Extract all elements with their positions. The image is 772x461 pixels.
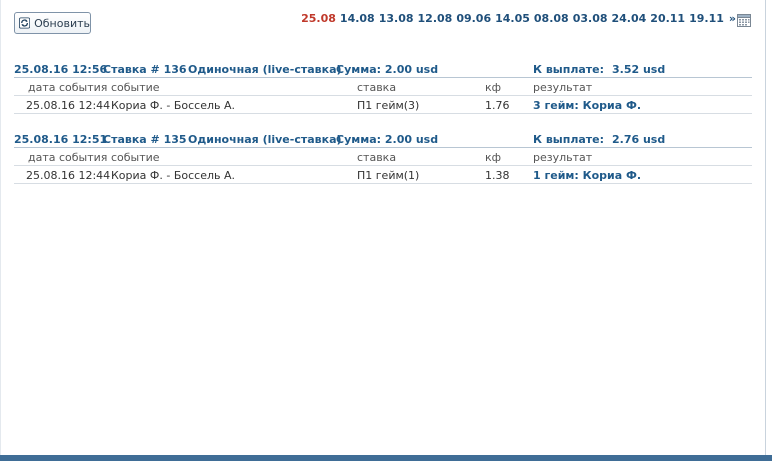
col-coef: кф: [485, 81, 502, 94]
event-date: 25.08.16 12:44: [26, 169, 111, 182]
bet-datetime: 25.08.16 12:56: [14, 63, 108, 76]
bet-block: 25.08.16 12:51 Ставка # 135 Одиночная (l…: [14, 133, 752, 184]
col-bet: ставка: [357, 151, 397, 164]
more-dates-link[interactable]: »: [729, 12, 736, 25]
date-link[interactable]: 12.08: [418, 12, 453, 25]
bet-selection: П1 гейм(1): [357, 169, 420, 182]
bet-result: 1 гейм: Кориа Ф.: [533, 169, 642, 182]
payout-label: К выплате:: [533, 63, 605, 76]
col-coef: кф: [485, 151, 502, 164]
calendar-icon[interactable]: [737, 13, 751, 27]
date-link[interactable]: 09.06: [456, 12, 491, 25]
bet-amount: Сумма: 2.00 usd: [336, 63, 439, 76]
col-date: дата события: [28, 81, 108, 94]
date-link[interactable]: 14.08: [340, 12, 375, 25]
payout-value: 3.52 usd: [612, 63, 666, 76]
date-filter-links: 25.08 14.08 13.08 12.08 09.06 14.05 08.0…: [301, 12, 736, 25]
col-event: событие: [111, 151, 160, 164]
table-header: дата события событие ставка кф результат: [14, 78, 752, 96]
col-date: дата события: [28, 151, 108, 164]
table-header: дата события событие ставка кф результат: [14, 148, 752, 166]
bet-datetime: 25.08.16 12:51: [14, 133, 108, 146]
event-name: Кориа Ф. - Боссель А.: [111, 99, 236, 112]
col-event: событие: [111, 81, 160, 94]
payout-value: 2.76 usd: [612, 133, 666, 146]
date-link[interactable]: 19.11: [689, 12, 724, 25]
date-link[interactable]: 13.08: [379, 12, 414, 25]
date-link[interactable]: 25.08: [301, 12, 336, 25]
date-link[interactable]: 24.04: [612, 12, 647, 25]
event-date: 25.08.16 12:44: [26, 99, 111, 112]
bet-type: Одиночная (live-ставка): [188, 133, 342, 146]
refresh-button[interactable]: Обновить: [14, 12, 91, 34]
bet-header: 25.08.16 12:56 Ставка # 136 Одиночная (l…: [14, 63, 752, 78]
bet-number: Ставка # 135: [103, 133, 187, 146]
refresh-label: Обновить: [34, 16, 90, 30]
bet-coef: 1.38: [485, 169, 510, 182]
bet-header: 25.08.16 12:51 Ставка # 135 Одиночная (l…: [14, 133, 752, 148]
col-bet: ставка: [357, 81, 397, 94]
date-link[interactable]: 08.08: [534, 12, 569, 25]
bet-block: 25.08.16 12:56 Ставка # 136 Одиночная (l…: [14, 63, 752, 114]
table-row: 25.08.16 12:44 Кориа Ф. - Боссель А. П1 …: [14, 166, 752, 184]
bottom-bar: [0, 455, 772, 461]
col-result: результат: [533, 151, 593, 164]
bet-amount: Сумма: 2.00 usd: [336, 133, 439, 146]
event-name: Кориа Ф. - Боссель А.: [111, 169, 236, 182]
payout-label: К выплате:: [533, 133, 605, 146]
table-row: 25.08.16 12:44 Кориа Ф. - Боссель А. П1 …: [14, 96, 752, 114]
bet-number: Ставка # 136: [103, 63, 187, 76]
date-link[interactable]: 03.08: [573, 12, 608, 25]
bet-selection: П1 гейм(3): [357, 99, 420, 112]
bet-coef: 1.76: [485, 99, 510, 112]
date-link[interactable]: 14.05: [495, 12, 530, 25]
bet-result: 3 гейм: Кориа Ф.: [533, 99, 642, 112]
col-result: результат: [533, 81, 593, 94]
refresh-icon: [19, 17, 31, 29]
date-link[interactable]: 20.11: [650, 12, 685, 25]
bet-type: Одиночная (live-ставка): [188, 63, 342, 76]
